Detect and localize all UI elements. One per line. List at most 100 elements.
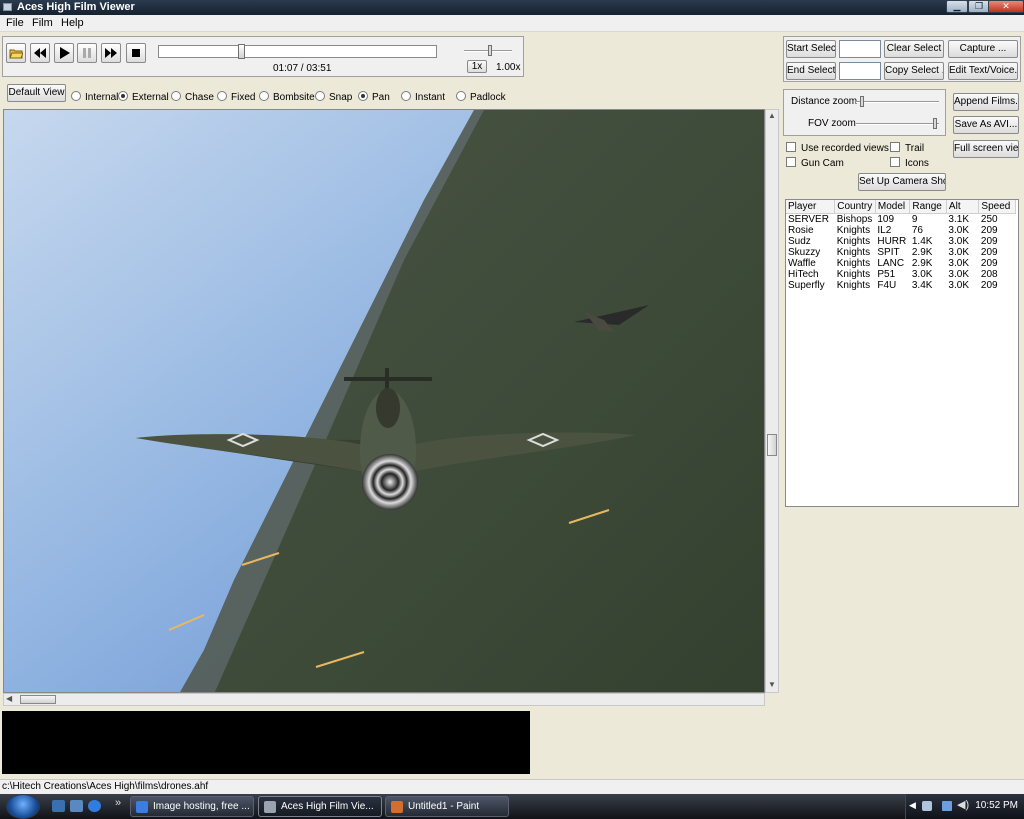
camera-mode-label: Bombsite [273,92,315,103]
fov-zoom-thumb[interactable] [933,118,937,129]
column-header-speed[interactable]: Speed [978,200,1016,214]
menu-file[interactable]: File [6,17,24,29]
volume-icon[interactable]: ◀) [957,798,969,811]
column-header-range[interactable]: Range [909,200,947,214]
player-cell-speed: 250 [980,213,998,225]
playback-progress-thumb[interactable] [238,44,245,59]
start-select-button[interactable]: Start Select [786,40,836,58]
camera-mode-instant[interactable]: Instant [401,91,445,103]
player-cell-alt: 3.0K [948,224,969,236]
end-select-field[interactable] [839,62,881,80]
vertical-scroll-thumb[interactable] [767,434,777,456]
column-header-player[interactable]: Player [786,200,836,214]
icons-checkbox[interactable]: Icons [890,157,929,169]
save-as-avi-button[interactable]: Save As AVI... [953,116,1019,134]
playback-progress-track[interactable] [158,44,437,59]
maximize-button[interactable]: ❐ [968,0,990,13]
film-file-path: c:\Hitech Creations\Aces High\films\dron… [2,781,209,792]
viewport-horizontal-scrollbar[interactable]: ◀ [3,693,765,706]
scroll-left-arrow[interactable]: ◀ [6,694,12,703]
trail-checkbox[interactable]: Trail [890,142,924,154]
scroll-up-arrow[interactable]: ▲ [768,111,776,120]
switch-windows-icon[interactable] [70,800,83,812]
fov-zoom-slider[interactable] [856,118,939,129]
player-cell-model: HURR [877,235,907,247]
camera-mode-pan[interactable]: Pan [358,91,390,103]
film-viewport[interactable] [3,109,765,693]
open-film-button[interactable] [6,43,26,63]
capture-button[interactable]: Capture ... [948,40,1018,58]
column-header-country[interactable]: Country [834,200,876,214]
column-header-model[interactable]: Model [875,200,911,214]
player-row[interactable]: Waffle Knights LANC 2.9K 3.0K 209 [786,258,1016,269]
network-icon[interactable] [942,801,952,811]
player-cell-speed: 208 [980,268,998,280]
taskbar-button[interactable]: Untitled1 - Paint [385,796,509,817]
pause-button[interactable] [77,43,97,63]
stop-button[interactable] [126,43,146,63]
player-row[interactable]: Rosie Knights IL2 76 3.0K 209 [786,225,1016,236]
set-up-camera-shots-button[interactable]: Set Up Camera Shots [858,173,946,191]
viewport-vertical-scrollbar[interactable]: ▲ ▼ [765,109,779,693]
play-button[interactable] [54,43,74,63]
append-films-button[interactable]: Append Films... [953,93,1019,111]
player-list[interactable]: Player Country Model Range Alt Speed SERVER Bi… [785,199,1019,507]
speed-slider-thumb[interactable] [488,45,492,56]
camera-mode-fixed[interactable]: Fixed [217,91,255,103]
clear-select-button[interactable]: Clear Select [884,40,944,58]
player-row[interactable]: Superfly Knights F4U 3.4K 3.0K 209 [786,280,1016,291]
menu-film[interactable]: Film [32,17,53,29]
window-title: Aces High Film Viewer [17,1,135,13]
end-select-button[interactable]: End Select [786,62,836,80]
camera-mode-bombsite[interactable]: Bombsite [259,91,315,103]
distance-zoom-slider[interactable] [856,96,939,107]
camera-mode-label: Pan [372,92,390,103]
tray-app-icon[interactable] [922,801,932,811]
internet-explorer-icon[interactable] [88,800,101,812]
copy-select-button[interactable]: Copy Select ... [884,62,944,80]
default-view-button[interactable]: Default View [7,84,66,102]
horizontal-scroll-thumb[interactable] [20,695,56,704]
quick-launch-more-icon[interactable]: » [115,797,121,809]
player-cell-country: Knights [836,224,871,236]
start-button[interactable] [6,794,40,819]
player-cell-alt: 3.0K [948,235,969,247]
speed-reset-button[interactable]: 1x [467,60,487,73]
radio-indicator [118,91,128,101]
camera-mode-label: Snap [329,92,353,103]
taskbar-clock[interactable]: 10:52 PM [975,800,1018,811]
player-row[interactable]: SERVER Bishops 109 9 3.1K 250 [786,213,1016,225]
player-cell-alt: 3.1K [948,213,969,225]
column-header-alt[interactable]: Alt [946,200,980,214]
player-cell-range: 2.9K [911,257,933,269]
message-output-box [2,711,530,774]
rewind-button[interactable] [30,43,50,63]
camera-mode-padlock[interactable]: Padlock [456,91,506,103]
camera-mode-internal[interactable]: Internal [71,91,118,103]
gun-cam-checkbox[interactable]: Gun Cam [786,157,844,169]
full-screen-view-button[interactable]: Full screen view [953,140,1019,158]
show-desktop-icon[interactable] [52,800,65,812]
tray-chevron-icon[interactable]: ◀ [909,800,916,811]
speed-slider[interactable] [464,45,512,56]
camera-mode-external[interactable]: External [118,91,169,103]
minimize-button[interactable]: ▁ [946,0,968,13]
scroll-down-arrow[interactable]: ▼ [768,680,776,689]
fast-forward-button[interactable] [101,43,121,63]
player-row[interactable]: Skuzzy Knights SPIT 2.9K 3.0K 209 [786,247,1016,258]
player-row[interactable]: HiTech Knights P51 3.0K 3.0K 208 [786,269,1016,280]
taskbar-button[interactable]: Image hosting, free ... [130,796,254,817]
taskbar-button[interactable]: Aces High Film Vie... [258,796,382,817]
player-row[interactable]: Sudz Knights HURR 1.4K 3.0K 209 [786,236,1016,247]
distance-zoom-thumb[interactable] [860,96,864,107]
camera-mode-snap[interactable]: Snap [315,91,352,103]
use-recorded-views-checkbox[interactable]: Use recorded views [786,142,889,154]
camera-mode-label: External [132,92,169,103]
edit-text-voice-button[interactable]: Edit Text/Voice... [948,62,1018,80]
player-cell-alt: 3.0K [948,246,969,258]
start-select-field[interactable] [839,40,881,58]
close-button[interactable]: ✕ [988,0,1024,13]
camera-mode-chase[interactable]: Chase [171,91,214,103]
menu-help[interactable]: Help [61,17,84,29]
taskbar-button-label: Image hosting, free ... [153,801,250,812]
